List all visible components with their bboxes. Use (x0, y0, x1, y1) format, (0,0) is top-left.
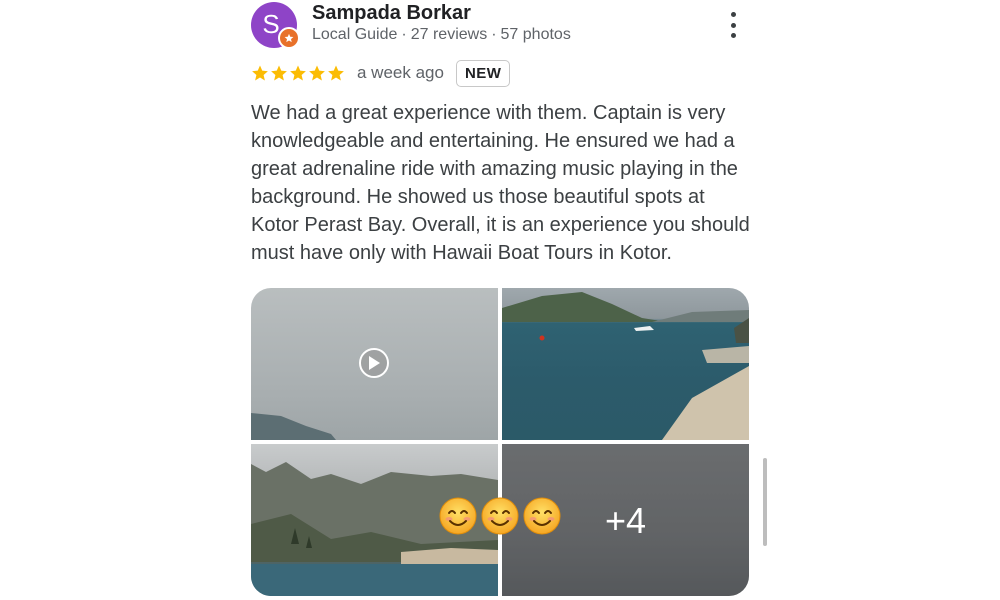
photo-grid: +4 (251, 288, 749, 596)
review-text: We had a great experience with them. Cap… (251, 102, 750, 264)
reviewer-name[interactable]: Sampada Borkar (312, 2, 471, 25)
more-options-button[interactable] (720, 10, 746, 40)
more-vert-dot (730, 33, 736, 38)
star-icon (309, 65, 325, 81)
emoji-reactions (438, 496, 562, 536)
meta-separator: · (491, 26, 497, 43)
more-vert-dot (730, 22, 736, 28)
reviewer-photo-count: 57 photos (500, 26, 571, 43)
star-icon (328, 65, 344, 81)
review-video-thumbnail[interactable] (251, 288, 498, 440)
play-icon[interactable] (359, 348, 389, 378)
review-photo[interactable] (502, 288, 749, 440)
review-time: a week ago (357, 63, 444, 82)
star-icon (252, 65, 268, 81)
star-icon (290, 65, 306, 81)
reviewer-review-count: 27 reviews (410, 26, 488, 43)
smiling-face-emoji-icon (523, 497, 561, 535)
star-rating (251, 64, 345, 82)
star-icon (271, 65, 287, 81)
new-badge: NEW (455, 59, 511, 87)
reviewer-meta: Local Guide · 27 reviews · 57 photos (312, 26, 571, 44)
smiling-face-emoji-icon (439, 497, 477, 535)
reviewer-level: Local Guide (312, 26, 398, 43)
avatar-initial: S (262, 8, 280, 39)
rating-row: a week ago NEW (251, 58, 511, 88)
avatar[interactable]: S (251, 2, 300, 49)
more-vert-icon (730, 12, 736, 17)
meta-separator: · (401, 26, 407, 43)
local-guide-badge-icon (278, 27, 300, 49)
bay-scenery (502, 292, 749, 440)
scrollbar[interactable] (763, 458, 767, 546)
smiling-face-emoji-icon (481, 497, 519, 535)
